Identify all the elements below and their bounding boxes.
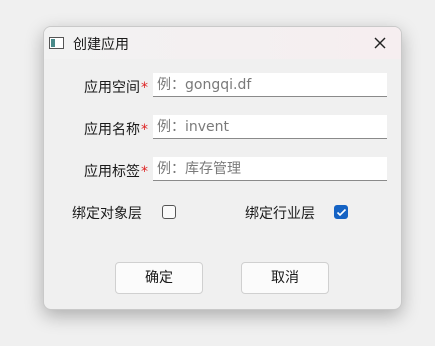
field-label-app-tag: 应用标签*	[84, 164, 148, 180]
cancel-button[interactable]: 取消	[241, 262, 329, 294]
ok-button[interactable]: 确定	[115, 262, 203, 294]
bind-industry-layer-checkbox[interactable]	[334, 205, 348, 219]
required-mark: *	[141, 122, 148, 138]
app-name-input[interactable]	[153, 115, 387, 139]
window-title: 创建应用	[73, 37, 129, 53]
window-app-icon	[49, 37, 64, 49]
close-icon	[374, 37, 386, 49]
field-label-app-name: 应用名称*	[84, 122, 148, 138]
title-bar: 创建应用	[44, 27, 401, 59]
required-mark: *	[141, 164, 148, 180]
check-icon	[336, 208, 347, 217]
required-mark: *	[141, 80, 148, 96]
bind-industry-layer-label: 绑定行业层	[245, 206, 315, 222]
app-tag-input[interactable]	[153, 157, 387, 181]
app-space-input[interactable]	[153, 73, 387, 97]
bind-object-layer-checkbox[interactable]	[162, 205, 176, 219]
field-label-app-space: 应用空间*	[84, 80, 148, 96]
close-button[interactable]	[369, 33, 391, 53]
create-app-dialog: 创建应用 应用空间* 应用名称* 应用标签* 绑定对象层 绑定行业层 确定 取消	[43, 26, 402, 310]
bind-object-layer-label: 绑定对象层	[72, 206, 142, 222]
